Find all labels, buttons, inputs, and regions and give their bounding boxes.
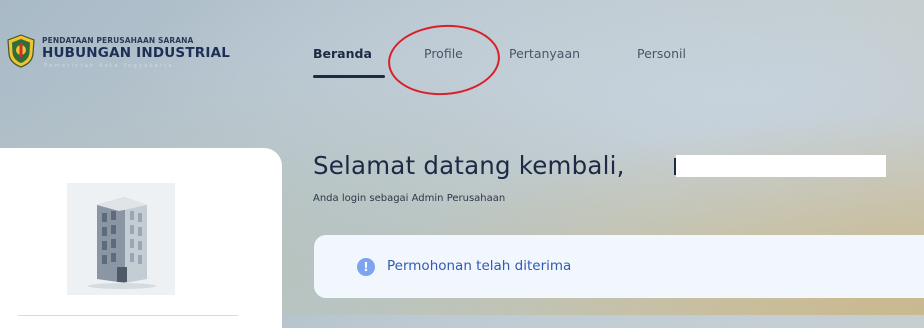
card-divider	[18, 315, 238, 316]
site-logo[interactable]: PENDATAAN PERUSAHAAN SARANA HUBUNGAN IND…	[6, 28, 256, 78]
logo-line-3: Pemerintah Kota Yogyakarta	[44, 63, 174, 69]
nav-item-profile[interactable]: Profile	[424, 46, 463, 61]
company-card	[0, 148, 282, 328]
info-icon: !	[357, 258, 375, 276]
alert-message: Permohonan telah diterima	[387, 258, 572, 274]
building-icon	[67, 183, 175, 295]
nav-item-personil[interactable]: Personil	[637, 46, 686, 61]
status-alert: ! Permohonan telah diterima	[314, 235, 924, 298]
nav-active-indicator	[313, 75, 385, 78]
city-crest-icon	[7, 34, 35, 68]
logo-line-1: PENDATAAN PERUSAHAAN SARANA	[42, 36, 194, 45]
nav-item-pertanyaan[interactable]: Pertanyaan	[509, 46, 580, 61]
logo-line-2: HUBUNGAN INDUSTRIAL	[42, 45, 231, 61]
nav-item-beranda[interactable]: Beranda	[313, 46, 372, 61]
welcome-heading: Selamat datang kembali,	[313, 151, 625, 180]
redacted-username	[676, 155, 886, 177]
login-role-text: Anda login sebagai Admin Perusahaan	[313, 193, 506, 204]
